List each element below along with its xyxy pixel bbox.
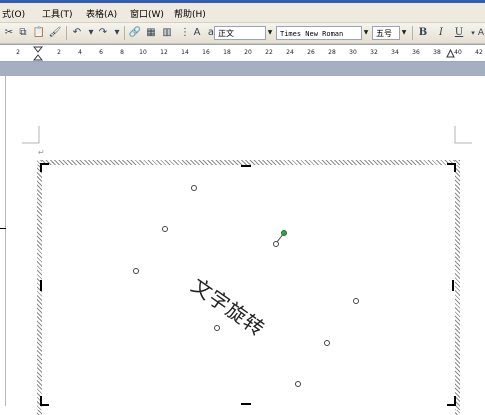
- style-dropdown-icon[interactable]: ▼: [266, 26, 274, 40]
- ruler-tick-label: 20: [244, 49, 252, 56]
- ruler-tick-label: 30: [349, 49, 357, 56]
- ruler-tick-label: 32: [370, 49, 378, 56]
- shape-resize-handle[interactable]: [214, 325, 220, 331]
- font-dropdown-icon[interactable]: ▼: [362, 26, 370, 40]
- resize-handle-bottom[interactable]: [241, 403, 251, 405]
- menu-tools[interactable]: 工具(T): [42, 7, 73, 20]
- ruler-tick-label: 38: [433, 49, 441, 56]
- ruler-tick-label: 22: [265, 49, 273, 56]
- cut-icon[interactable]: ✂: [2, 26, 16, 40]
- shape-resize-handle[interactable]: [133, 268, 139, 274]
- ruler-left-label: 2: [16, 49, 20, 56]
- text-box[interactable]: [42, 165, 455, 415]
- top-left-crop-mark: [22, 126, 40, 144]
- resize-handle-right[interactable]: [452, 280, 454, 291]
- bold-button[interactable]: B: [416, 26, 430, 40]
- rotation-handle[interactable]: [281, 230, 287, 236]
- copy-icon[interactable]: ⧉: [16, 26, 30, 40]
- toolbar-separator: [124, 26, 125, 40]
- ruler-tick-label: 28: [328, 49, 336, 56]
- ruler-tick-label: 18: [223, 49, 231, 56]
- resize-handle-top-left[interactable]: [40, 163, 50, 173]
- ruler-tick-label: 10: [139, 49, 147, 56]
- formatting-toolbar: ✂ ⧉ 📋 🖌 ↶ ▾ ↷ ▾ 🔗 ▦ ▥ ⋮ A a 正文 ▼ Times N…: [0, 23, 485, 44]
- menu-table[interactable]: 表格(A): [86, 7, 117, 20]
- shape-resize-handle[interactable]: [353, 298, 359, 304]
- ruler-tick-label: 2: [57, 49, 61, 56]
- ruler-tick-label: 14: [181, 49, 189, 56]
- font-select[interactable]: Times New Roman: [276, 26, 362, 40]
- toolbar-separator: [412, 26, 413, 40]
- menu-help[interactable]: 帮助(H): [174, 7, 206, 20]
- redo-icon[interactable]: ↷: [96, 26, 110, 40]
- resize-handle-top[interactable]: [241, 165, 251, 167]
- format-painter-icon[interactable]: 🖌: [48, 26, 62, 40]
- paste-icon[interactable]: 📋: [32, 26, 46, 40]
- columns-icon[interactable]: ▥: [160, 26, 174, 40]
- page-edge-tick: [0, 228, 6, 229]
- paragraph-mark-icon: ↵: [38, 148, 45, 157]
- resize-handle-top-right[interactable]: [446, 163, 456, 173]
- resize-handle-bottom-left[interactable]: [40, 396, 50, 406]
- size-dropdown-icon[interactable]: ▼: [400, 26, 408, 40]
- menu-format[interactable]: 式(O): [2, 7, 25, 20]
- shape-resize-handle[interactable]: [162, 226, 168, 232]
- undo-icon[interactable]: ↶: [70, 26, 84, 40]
- ruler-tick-label: 36: [412, 49, 420, 56]
- shape-resize-handle[interactable]: [295, 381, 301, 387]
- table-icon[interactable]: ▦: [144, 26, 158, 40]
- redo-dropdown-icon[interactable]: ▾: [110, 26, 124, 40]
- resize-handle-left[interactable]: [40, 280, 42, 291]
- hyperlink-icon[interactable]: 🔗: [128, 26, 142, 40]
- menu-bar: 式(O) 工具(T) 表格(A) 窗口(W) 帮助(H): [0, 3, 485, 23]
- style-select[interactable]: 正文: [214, 26, 266, 40]
- ruler-tick-label: 16: [202, 49, 210, 56]
- horizontal-ruler[interactable]: 2 2 4 6 8 10 12 14 16 18 20 22 24 26 28 …: [0, 44, 485, 62]
- ruler-tick-label: 6: [99, 49, 103, 56]
- style-icon: A: [193, 27, 201, 38]
- top-right-crop-mark: [454, 126, 472, 144]
- ruler-tick-label: 12: [160, 49, 168, 56]
- size-select[interactable]: 五号: [372, 26, 400, 40]
- ruler-tick-label: 4: [78, 49, 82, 56]
- shape-resize-handle[interactable]: [191, 185, 197, 191]
- resize-handle-bottom-right[interactable]: [446, 396, 456, 406]
- toolbar-separator: [66, 26, 67, 40]
- ruler-tick-label: 34: [391, 49, 399, 56]
- underline-button[interactable]: U: [452, 26, 466, 40]
- ruler-tick-label: 24: [286, 49, 294, 56]
- indent-marker-icon[interactable]: [33, 46, 43, 62]
- ruler-tick-label: 26: [307, 49, 315, 56]
- menu-window[interactable]: 窗口(W): [130, 7, 164, 20]
- character-scale-button[interactable]: A: [474, 26, 485, 40]
- ruler-tick-label: 8: [120, 49, 124, 56]
- ruler-tick-label: 40: [454, 49, 462, 56]
- italic-button[interactable]: I: [434, 26, 448, 40]
- shape-resize-handle[interactable]: [324, 340, 330, 346]
- ruler-tick-label: 42: [475, 49, 483, 56]
- page-edge: [5, 76, 6, 406]
- ruler-shadow: [0, 62, 485, 76]
